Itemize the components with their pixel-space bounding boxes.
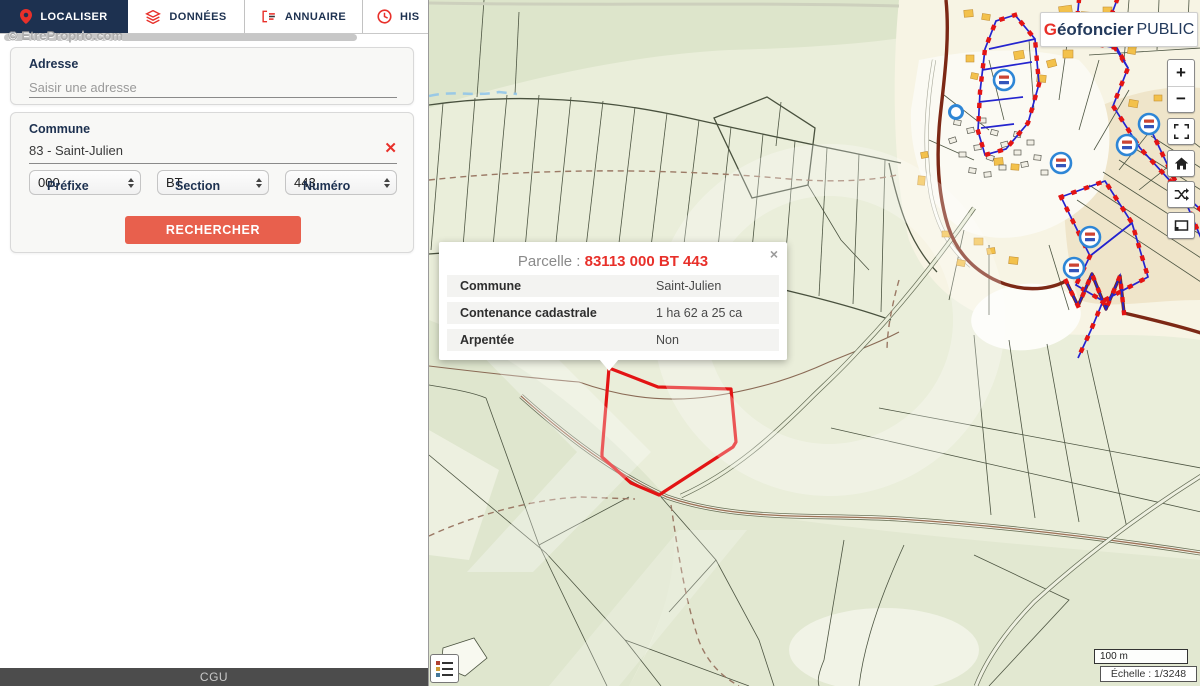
address-panel: Adresse: [10, 47, 414, 105]
popup-title-label: Parcelle :: [518, 253, 585, 270]
watermark: © EtreProprio.com: [8, 28, 123, 43]
ge-marker[interactable]: [994, 70, 1014, 90]
legend-icon: [435, 659, 454, 678]
section-label: Section: [175, 179, 220, 193]
popup-row-value: Saint-Julien: [656, 279, 721, 293]
zoom-in-button[interactable]: +: [1168, 60, 1194, 86]
commune-label: Commune: [29, 122, 90, 136]
popup-row-value: 1 ha 62 a 25 ca: [656, 306, 742, 320]
directory-card-icon: [261, 10, 277, 23]
section-field: Section BT: [157, 170, 269, 195]
popup-title-value: 83113 000 BT 443: [585, 253, 708, 270]
ge-marker[interactable]: [1064, 258, 1084, 278]
logo-suffix: PUBLIC: [1136, 21, 1194, 39]
geofoncier-app: GéofoncierPUBLIC + − 100 m: [0, 0, 1200, 686]
search-sidebar: Adresse Commune 83 - Saint-Julien ✕ Préf…: [0, 41, 428, 668]
clear-commune-button[interactable]: ✕: [384, 139, 397, 157]
popup-row-value: Non: [656, 333, 679, 347]
popup-row-label: Contenance cadastrale: [447, 306, 656, 320]
fullscreen-button[interactable]: [1167, 118, 1195, 145]
tab-label: ANNUAIRE: [285, 11, 346, 23]
extent-icon: [1174, 218, 1189, 233]
logo-initial: G: [1044, 20, 1057, 40]
geofoncier-logo: GéofoncierPUBLIC: [1040, 12, 1198, 47]
home-icon: [1174, 156, 1189, 171]
scale-bar: 100 m: [1094, 649, 1188, 664]
commune-panel: Commune 83 - Saint-Julien ✕ Préfixe 000 …: [10, 112, 414, 253]
popup-row-label: Commune: [447, 279, 656, 293]
popup-row-arpentee: Arpentée Non: [447, 329, 779, 351]
logo-name: éofoncier: [1057, 20, 1134, 40]
numero-label: Numéro: [303, 179, 350, 193]
cgu-link[interactable]: CGU: [200, 670, 228, 684]
shuffle-icon: [1174, 187, 1189, 202]
popup-title: Parcelle : 83113 000 BT 443: [439, 253, 787, 270]
tab-annuaire[interactable]: ANNUAIRE: [245, 0, 363, 33]
stepper-arrows-icon: [256, 178, 262, 188]
address-input[interactable]: [29, 78, 397, 98]
numero-field: Numéro 443: [285, 170, 397, 195]
legend-button[interactable]: [430, 654, 459, 683]
tab-historique[interactable]: HIS: [363, 0, 428, 33]
zoom-out-button[interactable]: −: [1168, 86, 1194, 113]
map-pin-icon: [20, 9, 32, 24]
scale-ratio: Échelle : 1/3248: [1100, 666, 1197, 682]
stepper-arrows-icon: [384, 178, 390, 188]
layers-icon: [145, 10, 161, 24]
popup-close-button[interactable]: ×: [770, 247, 778, 261]
stepper-arrows-icon: [128, 178, 134, 188]
zoom-control[interactable]: + −: [1167, 59, 1195, 113]
tab-label: LOCALISER: [40, 11, 107, 23]
tab-label: HIS: [400, 11, 420, 23]
search-button[interactable]: RECHERCHER: [125, 216, 301, 244]
commune-underline: [29, 163, 397, 164]
ring-marker[interactable]: [950, 106, 963, 119]
prefixe-label: Préfixe: [47, 179, 89, 193]
shuffle-button[interactable]: [1167, 181, 1195, 208]
popup-row-label: Arpentée: [447, 333, 656, 347]
prefixe-field: Préfixe 000: [29, 170, 141, 195]
address-label: Adresse: [29, 57, 78, 71]
commune-value[interactable]: 83 - Saint-Julien: [29, 143, 123, 158]
parcel-popup: × Parcelle : 83113 000 BT 443 Commune Sa…: [439, 242, 787, 360]
home-button[interactable]: [1167, 150, 1195, 177]
ge-marker[interactable]: [1051, 153, 1071, 173]
ge-marker[interactable]: [1080, 227, 1100, 247]
popup-pointer-tail: [599, 359, 619, 371]
clock-icon: [377, 9, 392, 24]
cgu-footer[interactable]: CGU: [0, 668, 428, 686]
popup-row-commune: Commune Saint-Julien: [447, 275, 779, 297]
ge-marker[interactable]: [1139, 114, 1159, 134]
popup-row-contenance: Contenance cadastrale 1 ha 62 a 25 ca: [447, 302, 779, 324]
fullscreen-icon: [1174, 124, 1189, 139]
ge-marker[interactable]: [1117, 135, 1137, 155]
tab-donnees[interactable]: DONNÉES: [128, 0, 245, 33]
extent-button[interactable]: [1167, 212, 1195, 239]
tab-label: DONNÉES: [169, 11, 226, 23]
